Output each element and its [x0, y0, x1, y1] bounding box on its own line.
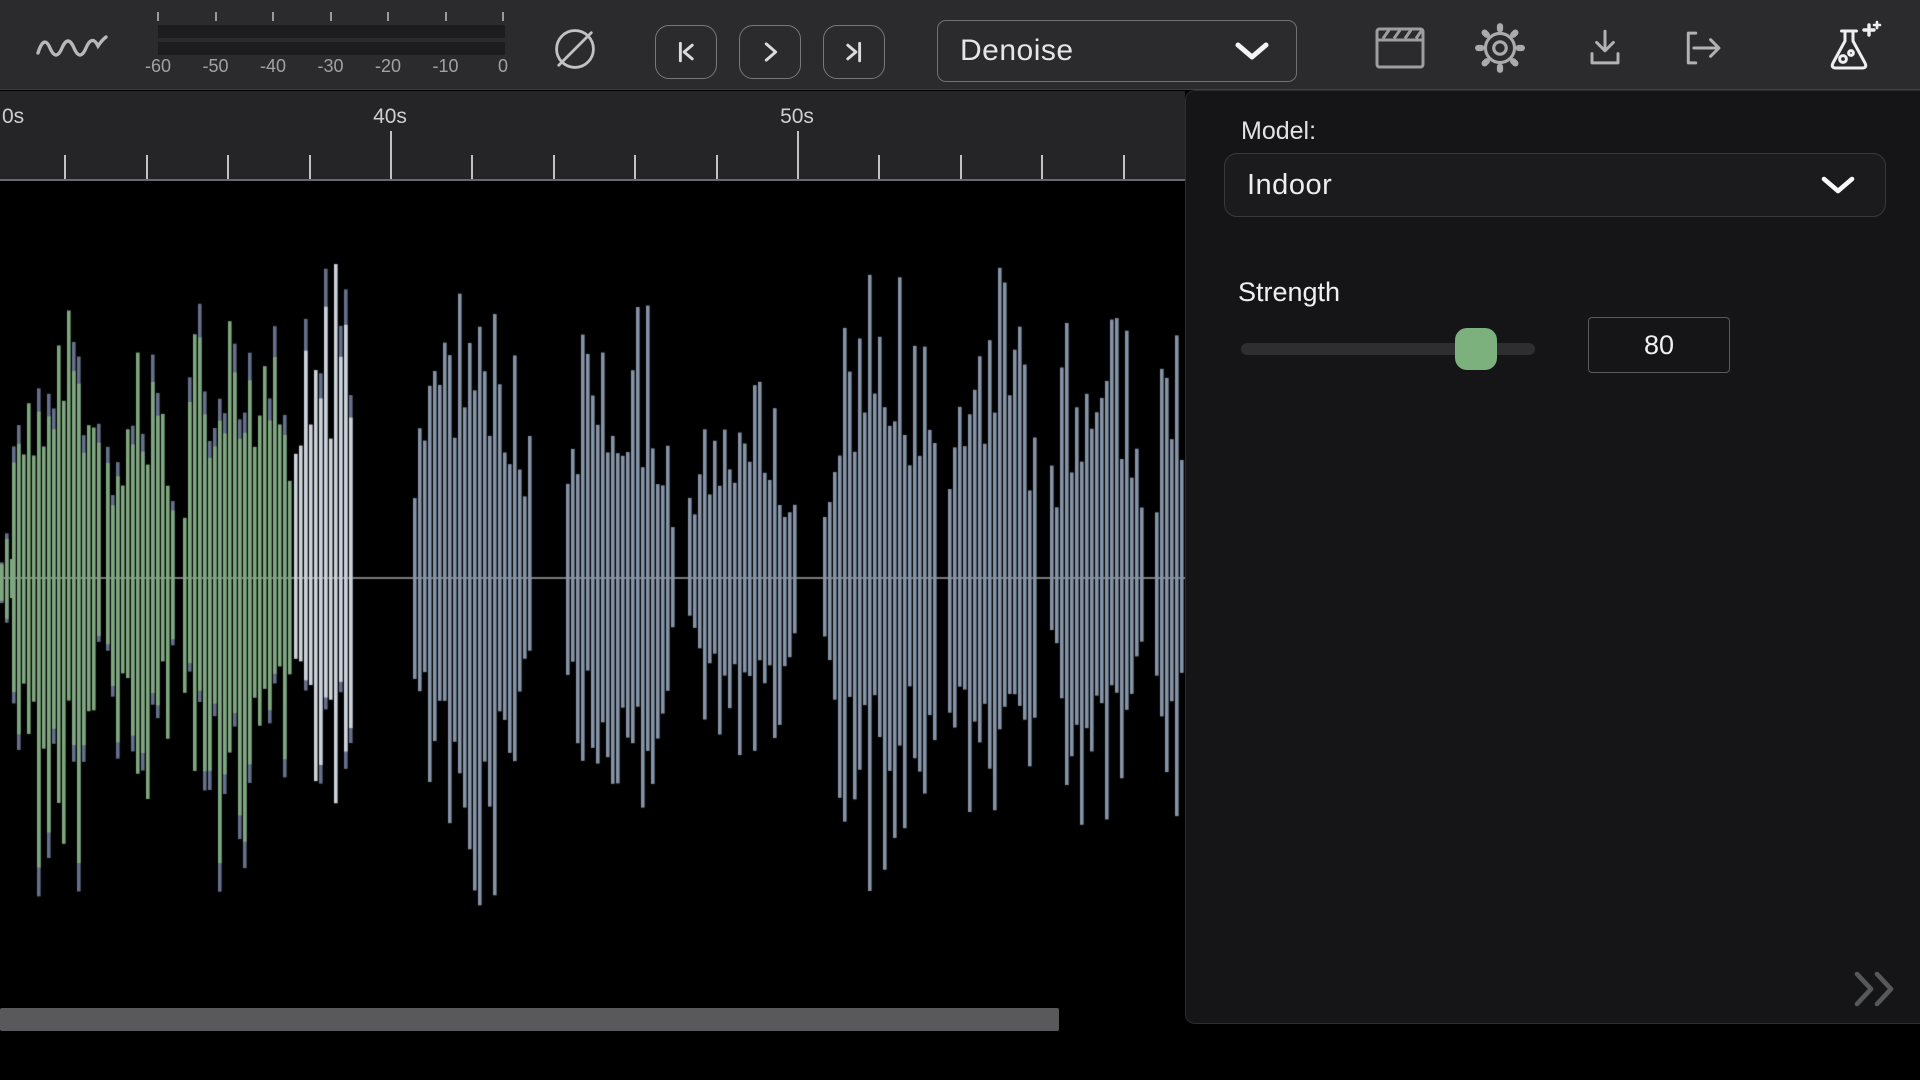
ruler-major-tick — [797, 131, 799, 179]
level-meter-bar-right — [158, 42, 505, 55]
meter-tick — [445, 12, 447, 21]
ruler-minor-tick — [553, 155, 555, 179]
model-label: Model: — [1241, 117, 1316, 146]
waveform-display[interactable] — [0, 183, 1185, 1080]
ruler-minor-tick — [878, 155, 880, 179]
toolbar: -60 -50 -40 -30 -20 -10 0 — [0, 0, 1920, 90]
play-icon — [755, 37, 785, 67]
ruler-minor-tick — [634, 155, 636, 179]
ruler-minor-tick — [1123, 155, 1125, 179]
export-button[interactable] — [1677, 20, 1733, 76]
download-button[interactable] — [1577, 20, 1633, 76]
meter-scale-label: 0 — [498, 56, 508, 77]
video-clapperboard-button[interactable] — [1372, 20, 1428, 76]
experiment-button[interactable] — [1824, 20, 1880, 76]
sine-wave-icon — [35, 26, 109, 66]
phase-invert-button[interactable] — [545, 21, 605, 77]
meter-scale-label: -30 — [317, 56, 343, 77]
meter-tick — [215, 12, 217, 21]
download-icon — [1579, 22, 1631, 74]
strength-value-input[interactable]: 80 — [1588, 317, 1730, 373]
audio-editor-app: -60 -50 -40 -30 -20 -10 0 — [0, 0, 1920, 1080]
ruler-minor-tick — [960, 155, 962, 179]
meter-scale-label: -60 — [145, 56, 171, 77]
skip-to-start-icon — [671, 37, 701, 67]
chevron-down-icon — [1232, 38, 1272, 64]
ruler-minor-tick — [309, 155, 311, 179]
ruler-minor-tick — [1041, 155, 1043, 179]
strength-slider[interactable] — [1241, 331, 1535, 367]
timeline-ruler[interactable]: 0s 40s 50s — [0, 91, 1185, 181]
meter-tick — [502, 12, 504, 21]
meter-tick — [157, 12, 159, 21]
ruler-time-label: 50s — [780, 105, 814, 129]
skip-to-end-button[interactable] — [823, 25, 885, 79]
meter-scale-label: -50 — [202, 56, 228, 77]
ruler-major-tick — [390, 131, 392, 179]
gear-icon — [1473, 21, 1527, 75]
meter-scale-label: -40 — [260, 56, 286, 77]
effect-selector-label: Denoise — [960, 34, 1074, 68]
model-selected-value: Indoor — [1247, 169, 1332, 202]
horizontal-scrollbar-thumb[interactable] — [0, 1008, 1059, 1031]
chevron-down-icon — [1819, 173, 1857, 197]
level-meter: -60-50-40-30-20-100 — [150, 12, 518, 80]
play-button[interactable] — [739, 25, 801, 79]
meter-tick — [330, 12, 332, 21]
meter-tick — [387, 12, 389, 21]
export-arrow-icon — [1679, 22, 1731, 74]
phase-slash-icon — [549, 23, 601, 75]
flask-plus-icon — [1821, 19, 1883, 77]
ruler-minor-tick — [227, 155, 229, 179]
effect-selector-dropdown[interactable]: Denoise — [937, 20, 1297, 82]
chevrons-right-icon — [1850, 969, 1898, 1009]
meter-scale-label: -10 — [432, 56, 458, 77]
ruler-minor-tick — [471, 155, 473, 179]
level-meter-bar-left — [158, 25, 505, 38]
ruler-minor-tick — [64, 155, 66, 179]
strength-label: Strength — [1238, 277, 1340, 308]
meter-scale-label: -20 — [375, 56, 401, 77]
model-select-dropdown[interactable]: Indoor — [1224, 153, 1886, 217]
strength-slider-thumb[interactable] — [1455, 328, 1497, 370]
ruler-minor-tick — [146, 155, 148, 179]
skip-to-start-button[interactable] — [655, 25, 717, 79]
skip-to-end-icon — [839, 37, 869, 67]
collapse-panel-button[interactable] — [1850, 969, 1898, 1009]
waveform-view-button[interactable] — [30, 22, 114, 70]
ruler-time-label: 0s — [2, 105, 24, 129]
ruler-time-label: 40s — [373, 105, 407, 129]
denoise-settings-panel: Model: Indoor Strength 80 — [1185, 90, 1920, 1024]
ruler-minor-tick — [716, 155, 718, 179]
settings-button[interactable] — [1472, 20, 1528, 76]
meter-tick — [272, 12, 274, 21]
clapperboard-icon — [1373, 23, 1427, 73]
